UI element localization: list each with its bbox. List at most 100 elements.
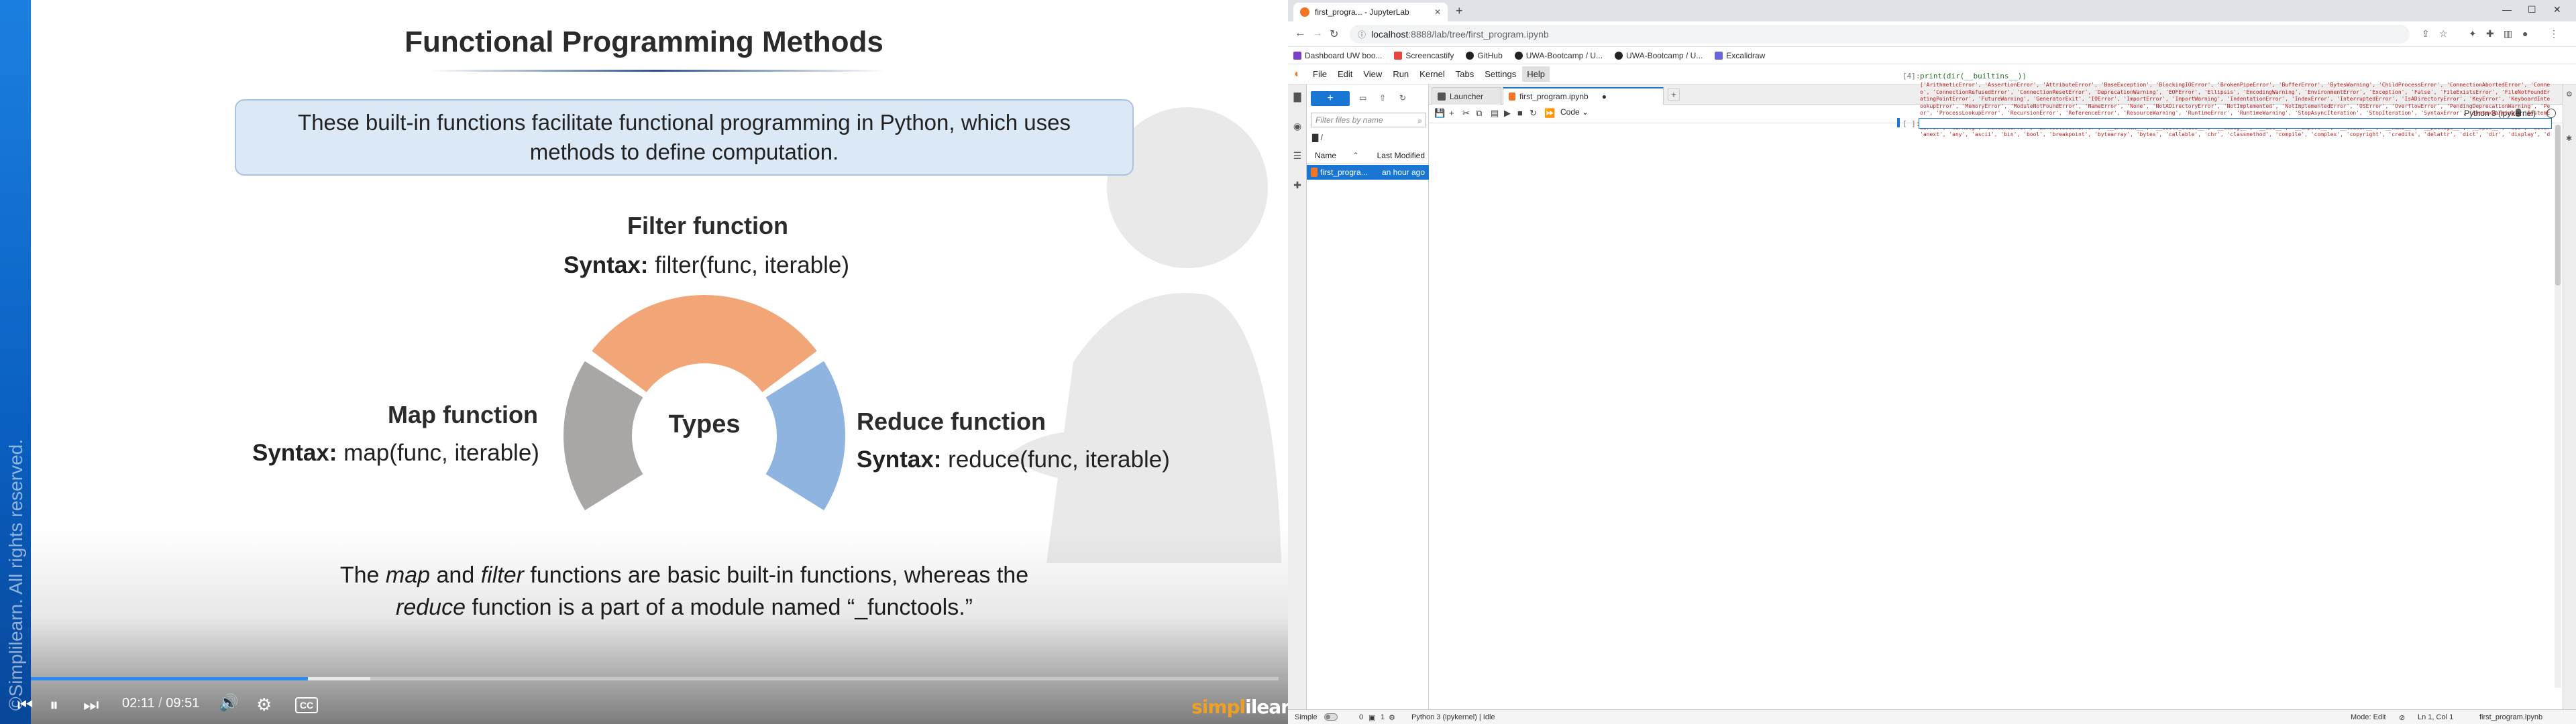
- types-gauge-diagram: [564, 294, 845, 511]
- back-icon[interactable]: ←: [1295, 27, 1305, 40]
- simple-mode-toggle[interactable]: [1324, 713, 1338, 721]
- menu-edit[interactable]: Edit: [1333, 66, 1357, 82]
- reduce-function-title: Reduce function: [857, 408, 1046, 435]
- search-icon: ⌕: [1417, 116, 1422, 125]
- cell-prompt-executed: [4]:: [1902, 72, 1921, 80]
- extensions-icon[interactable]: ✚: [1292, 180, 1303, 190]
- volume-icon[interactable]: 🔊: [219, 693, 239, 713]
- add-tab-icon[interactable]: +: [1668, 88, 1680, 101]
- menu-help[interactable]: Help: [1522, 66, 1550, 82]
- address-bar: ← → ↻ ⓘ localhost:8888/lab/tree/first_pr…: [1288, 21, 2576, 47]
- forward-icon[interactable]: →: [1312, 27, 1323, 40]
- duration: 09:51: [166, 696, 200, 711]
- menu-run[interactable]: Run: [1388, 66, 1413, 82]
- insert-cell-icon[interactable]: +: [1449, 108, 1454, 118]
- map-function-title: Map function: [388, 401, 538, 428]
- breadcrumb[interactable]: ▇ /: [1312, 133, 1323, 142]
- copy-icon[interactable]: ⧉: [1476, 108, 1482, 119]
- bookmark-item[interactable]: UWA-Bootcamp / U...: [1514, 51, 1603, 60]
- running-sessions-icon[interactable]: ◉: [1292, 121, 1303, 131]
- closed-captions-button[interactable]: CC: [295, 697, 318, 713]
- cut-icon[interactable]: ✂: [1462, 108, 1470, 119]
- new-folder-icon[interactable]: ▭: [1359, 93, 1366, 103]
- folder-home-icon[interactable]: ▇: [1312, 133, 1321, 142]
- bookmark-star-icon[interactable]: ☆: [2439, 28, 2448, 40]
- video-progress-bar[interactable]: [31, 677, 1279, 680]
- menu-file[interactable]: File: [1308, 66, 1332, 82]
- cell-output: ['ArithmeticError', 'AssertionError', 'A…: [1920, 82, 2551, 139]
- restart-icon[interactable]: ↻: [1529, 108, 1537, 119]
- bookmark-item[interactable]: Dashboard UW boo...: [1293, 51, 1382, 60]
- minimize-icon[interactable]: —: [2502, 4, 2512, 15]
- sort-icon: ⌃: [1352, 151, 1360, 160]
- maximize-icon[interactable]: ☐: [2528, 4, 2536, 15]
- tab-first-program[interactable]: first_program.ipynb ●: [1503, 87, 1664, 105]
- jupyter-favicon-icon: [1300, 7, 1309, 17]
- kernels-count: 1: [1381, 713, 1385, 721]
- debugger-sidebar-icon[interactable]: ✱: [2566, 134, 2574, 143]
- code-cell-input[interactable]: print(dir(__builtins__)): [1920, 72, 2027, 80]
- unsaved-dot-icon[interactable]: ●: [1602, 92, 1607, 101]
- new-launcher-button[interactable]: +: [1311, 91, 1350, 106]
- refresh-icon[interactable]: ↻: [1399, 93, 1406, 103]
- empty-code-cell-input[interactable]: [1919, 118, 2552, 129]
- browser-tab-strip: first_progra... - JupyterLab ✕ + — ☐ ✕: [1288, 0, 2576, 21]
- table-of-contents-icon[interactable]: ☰: [1292, 150, 1303, 161]
- reduce-syntax: Syntax: reduce(func, iterable): [857, 446, 1170, 473]
- tab-launcher[interactable]: Launcher: [1432, 87, 1501, 105]
- bookmark-item[interactable]: GitHub: [1466, 51, 1503, 60]
- copyright-watermark: ©Simplilearn. All rights reserved.: [5, 438, 26, 711]
- run-icon[interactable]: ▶: [1504, 108, 1511, 119]
- settings-gear-icon[interactable]: ⚙: [256, 695, 272, 715]
- column-last-modified[interactable]: Last Modified: [1377, 151, 1425, 160]
- bookmark-item[interactable]: UWA-Bootcamp / U...: [1615, 51, 1703, 60]
- skip-back-icon[interactable]: ⏮: [17, 695, 33, 715]
- fast-forward-icon[interactable]: ⏩: [1544, 108, 1555, 119]
- side-panel-icon[interactable]: ▥: [2504, 28, 2512, 40]
- property-inspector-icon[interactable]: ⚙: [2566, 90, 2574, 99]
- column-name[interactable]: Name: [1315, 151, 1336, 160]
- browser-tab[interactable]: first_progra... - JupyterLab ✕: [1293, 3, 1448, 21]
- cell-type-select[interactable]: Code ⌄: [1560, 107, 1589, 117]
- skip-forward-icon[interactable]: ⏭: [83, 695, 99, 715]
- upload-icon[interactable]: ⇧: [1379, 93, 1386, 103]
- extension-icon[interactable]: ✦: [2469, 28, 2477, 40]
- cursor-position[interactable]: Ln 1, Col 1: [2418, 713, 2453, 721]
- video-player[interactable]: ©Simplilearn. All rights reserved. Funct…: [0, 0, 1288, 724]
- file-row[interactable]: first_progra... an hour ago: [1307, 165, 1429, 180]
- pause-icon[interactable]: ⏸: [50, 695, 58, 715]
- kernel-status[interactable]: Python 3 (ipykernel) | Idle: [1411, 713, 1495, 721]
- paste-icon[interactable]: ▤: [1491, 108, 1499, 119]
- simplilearn-logo: simplilearn: [1191, 696, 1288, 718]
- notebook-scrollbar[interactable]: [2555, 125, 2561, 688]
- video-time: 02:11 / 09:51: [122, 696, 200, 711]
- menu-view[interactable]: View: [1358, 66, 1387, 82]
- bookmark-item[interactable]: Excalidraw: [1715, 51, 1765, 60]
- share-icon[interactable]: ⇪: [2422, 28, 2430, 40]
- scrollbar-thumb[interactable]: [2555, 125, 2561, 286]
- active-cell-indicator: [1897, 118, 1900, 127]
- extensions-puzzle-icon[interactable]: ✚: [2486, 28, 2494, 40]
- close-tab-icon[interactable]: ✕: [1434, 7, 1441, 17]
- menu-kernel[interactable]: Kernel: [1415, 66, 1450, 82]
- new-tab-icon[interactable]: +: [1456, 4, 1463, 18]
- filter-files-input[interactable]: Filter files by name ⌕: [1311, 113, 1426, 127]
- info-icon[interactable]: ⓘ: [1358, 29, 1366, 40]
- folder-icon[interactable]: ▇: [1292, 91, 1303, 102]
- screen: ©Simplilearn. All rights reserved. Funct…: [0, 0, 2576, 724]
- file-browser-toolbar: + ▭ ⇧ ↻: [1311, 91, 1426, 106]
- reload-icon[interactable]: ↻: [1330, 27, 1338, 41]
- menu-tabs[interactable]: Tabs: [1451, 66, 1479, 82]
- menu-settings[interactable]: Settings: [1480, 66, 1521, 82]
- url-field[interactable]: ⓘ localhost:8888/lab/tree/first_program.…: [1350, 25, 2410, 44]
- bookmark-item[interactable]: Screencastify: [1394, 51, 1454, 60]
- gauge-segment-reduce: [765, 361, 845, 511]
- gear-icon[interactable]: ⚙: [1389, 713, 1395, 722]
- edit-mode: Mode: Edit: [2351, 713, 2386, 721]
- browser-menu-icon[interactable]: ⋮: [2549, 28, 2559, 40]
- profile-avatar-icon[interactable]: ●: [2522, 28, 2528, 39]
- stop-icon[interactable]: ■: [1517, 108, 1523, 118]
- jupyter-left-sidebar: ▇ ◉ ☰ ✚: [1288, 84, 1307, 709]
- save-icon[interactable]: 💾: [1434, 108, 1445, 119]
- close-window-icon[interactable]: ✕: [2553, 4, 2561, 15]
